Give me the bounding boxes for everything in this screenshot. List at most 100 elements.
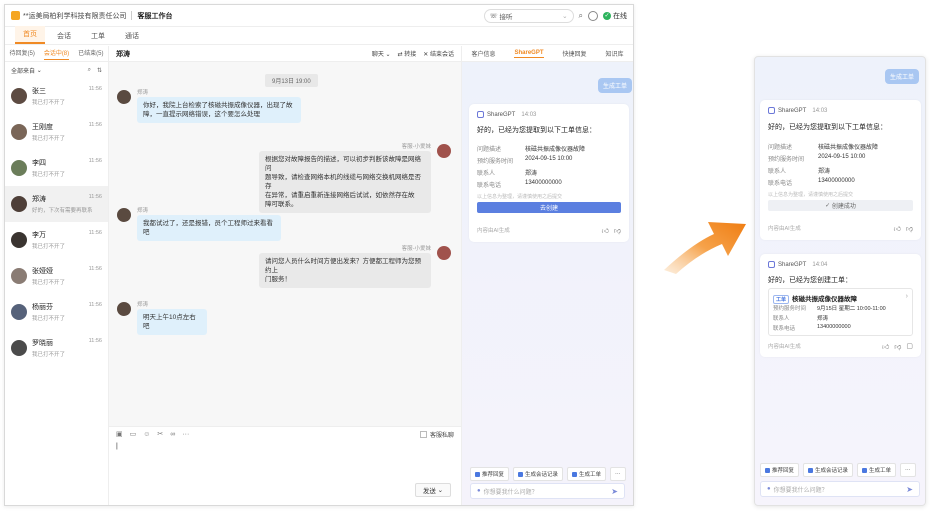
thumbs-down-icon[interactable]: 👎︎ — [906, 224, 913, 233]
card-brand: ShareGPT — [487, 111, 516, 118]
source-filter[interactable]: 全部来自 ⌄ ⌕ ⇅ — [5, 62, 108, 78]
conversation-preview: 好的，下次有需要再联系 — [32, 208, 93, 214]
message-area[interactable]: 9月13日 19:00 郑涛 你好，我院上台检索了核磁共振成像仪器，出现了故 障，一… — [109, 62, 461, 426]
sender-name: 郑涛 — [137, 302, 149, 308]
end-session-button[interactable]: ✕ 结束会话 — [423, 49, 454, 58]
thumbs-down-icon[interactable]: 👎︎ — [894, 342, 901, 351]
conversation-time: 11:56 — [88, 302, 102, 308]
send-label: 发送 — [422, 488, 436, 495]
mic-icon[interactable]: ● — [767, 486, 771, 492]
field-row: 联系电话 13400000000 — [477, 180, 562, 189]
create-ticket-button[interactable]: 去创建 — [477, 202, 621, 213]
conversation-item[interactable]: 王刚度 我已打不开了 11:56 — [5, 114, 108, 150]
conversation-preview: 我已打不开了 — [32, 136, 66, 142]
nav-tab-home[interactable]: 首页 — [15, 26, 45, 44]
chevron-down-icon: ⌄ — [437, 487, 444, 494]
message-bubble[interactable]: 明天上午10点左右吧 — [137, 309, 207, 335]
assistant-input[interactable]: ● 你想要我什么问题？ ➤ — [760, 481, 920, 497]
assistant-input[interactable]: ● 你想要我什么问题？ ➤ — [470, 483, 625, 499]
reply-icon — [765, 467, 770, 473]
nav-tab-session[interactable]: 会话 — [49, 31, 79, 44]
ai-generated-label: 内容由AI生成 — [768, 344, 801, 350]
image-icon[interactable]: ▣ — [116, 430, 123, 438]
generate-ticket-button[interactable]: 生成工单 — [598, 78, 632, 93]
field-row: 预约服务时间 2024-09-15 10:00 — [768, 154, 866, 163]
send-button[interactable]: 发送 ⌄ — [415, 483, 451, 497]
message-bubble[interactable]: 你好，我院上台检索了核磁共振成像仪器，出现了故 障，一直提示网络错误，这个要怎么处… — [137, 97, 301, 123]
tab-active[interactable]: 会话中(8) — [43, 48, 70, 60]
thumbs-up-icon[interactable]: 👍︎ — [894, 224, 901, 233]
conversation-item[interactable]: 张三 我已打不开了 11:56 — [5, 78, 108, 114]
field-row: 问题描述 核磁共振成像仪器故障 — [768, 145, 879, 151]
card-header: ShareGPT 14:03 — [768, 107, 827, 114]
ticket-summary[interactable]: 工单 核磁共振成像仪器故障 › 预约服务时间 9月15日 星期二 10:00-11:… — [768, 288, 913, 336]
avatar — [117, 208, 131, 222]
assistant-panel: 客户信息 ShareGPT 快捷回复 知识库 生成工单 ShareGPT 14:… — [461, 46, 633, 505]
thumbs-up-icon[interactable]: 👍︎ — [602, 226, 609, 235]
conversation-preview: 我已打不开了 — [32, 244, 66, 250]
recommend-reply-button[interactable]: 推荐回复 — [470, 467, 510, 481]
sender-name: 郑涛 — [137, 90, 149, 96]
conversation-time: 11:56 — [88, 86, 102, 92]
folder-icon[interactable]: ▭ — [130, 430, 137, 438]
more-icon[interactable]: ··· — [182, 431, 189, 438]
thumbs-up-icon[interactable]: 👍︎ — [882, 342, 889, 351]
avatar — [437, 246, 451, 260]
message-bubble[interactable]: 我都试过了，还是报错，员个工程师过来看看吧 — [137, 215, 281, 241]
link-icon[interactable]: ∞ — [170, 431, 175, 438]
generate-ticket-quick-button[interactable]: 生成工单 — [567, 467, 607, 481]
card-brand: ShareGPT — [778, 107, 807, 114]
transfer-button[interactable]: ⇄ 转接 — [398, 49, 417, 58]
chat-dropdown-button[interactable]: 聊天 ⌄ — [372, 49, 391, 58]
zoomed-assistant-panel: 生成工单 ShareGPT 14:03 好的，已经为您提取到以下工单信息： 问题… — [754, 56, 926, 506]
sort-icon[interactable]: ⇅ — [97, 67, 102, 74]
generate-record-button[interactable]: 生成会话记录 — [513, 467, 564, 481]
tab-sharegpt[interactable]: ShareGPT — [514, 50, 544, 58]
search-icon[interactable]: ⌕ — [579, 11, 583, 21]
more-button[interactable]: ··· — [900, 463, 916, 477]
nav-tab-ticket[interactable]: 工单 — [83, 31, 113, 44]
message-bubble[interactable]: 请问您人员什么时间方便出发来？方便都工程师为您预约上 门服务！ — [259, 253, 431, 288]
nav-tab-call[interactable]: 通话 — [117, 31, 147, 44]
conversation-item[interactable]: 杨丽芬 我已打不开了 11:56 — [5, 294, 108, 330]
tab-quick-reply[interactable]: 快捷回复 — [562, 49, 586, 58]
generate-ticket-quick-button[interactable]: 生成工单 — [857, 463, 897, 477]
generate-record-button[interactable]: 生成会话记录 — [803, 463, 854, 477]
private-chat-checkbox[interactable]: 客服私聊 — [419, 430, 454, 439]
status-label: 创建成功 — [831, 204, 856, 210]
thumbs-down-icon[interactable]: 👎︎ — [614, 226, 621, 235]
tab-pending[interactable]: 待回复(5) — [9, 48, 34, 59]
conversation-item[interactable]: 张娅娅 我已打不开了 11:56 — [5, 258, 108, 294]
more-button[interactable]: ··· — [610, 467, 626, 481]
send-icon[interactable]: ➤ — [611, 487, 618, 496]
recommend-reply-button[interactable]: 推荐回复 — [760, 463, 800, 477]
message-line: 请问您人员什么时间方便出发来？方便都工程师为您预约上 — [265, 258, 421, 274]
search-icon[interactable]: ⌕ — [88, 67, 91, 74]
message-input[interactable]: | — [116, 443, 454, 503]
composite-screenshot: **运美局柏利学科技有限责任公司 客服工作台 ☏ 接听 ⌄ ⌕ ✓ 在线 首页 … — [0, 0, 938, 518]
avatar — [11, 88, 27, 104]
help-icon[interactable] — [588, 10, 598, 21]
conversation-item[interactable]: 罗晓丽 我已打不开了 11:56 — [5, 330, 108, 366]
quick-actions: 推荐回复 生成会话记录 生成工单 ··· — [470, 467, 626, 481]
tab-customer-info[interactable]: 客户信息 — [471, 49, 495, 58]
message-line: 根据您对故障报告的描述，可以初步判断该故障是网络问 — [265, 156, 421, 172]
comment-icon[interactable]: ▢ — [906, 342, 913, 351]
phone-selector[interactable]: ☏ 接听 ⌄ — [483, 8, 574, 23]
incoming-message: 郑涛 你好，我院上台检索了核磁共振成像仪器，出现了故 障，一直提示网络错误，这个要怎… — [109, 90, 461, 130]
conversation-list: 张三 我已打不开了 11:56 王刚度 我已打不开了 11:56 李四 我已打不开了 11:56… — [5, 78, 108, 366]
avatar — [437, 144, 451, 158]
conversation-item[interactable]: 李四 我已打不开了 11:56 — [5, 150, 108, 186]
mic-icon[interactable]: ● — [477, 488, 481, 494]
tab-knowledge-base[interactable]: 知识库 — [605, 49, 623, 58]
tab-ended[interactable]: 已结束(5) — [78, 48, 103, 59]
message-bubble[interactable]: 根据您对故障报告的描述，可以初步判断该故障是网络问 题导致，请检查网络本机的线缆与… — [259, 151, 431, 213]
online-status[interactable]: ✓ 在线 — [603, 11, 627, 21]
message-line: 明天上午10点左右吧 — [143, 314, 196, 330]
conversation-item[interactable]: 李万 我已打不开了 11:56 — [5, 222, 108, 258]
generate-ticket-button[interactable]: 生成工单 — [885, 69, 919, 84]
conversation-item[interactable]: 郑涛 好的，下次有需要再联系 11:56 — [5, 186, 108, 222]
emoji-icon[interactable]: ☺ — [143, 431, 150, 438]
send-icon[interactable]: ➤ — [906, 485, 913, 494]
scissors-icon[interactable]: ✂ — [157, 430, 163, 438]
